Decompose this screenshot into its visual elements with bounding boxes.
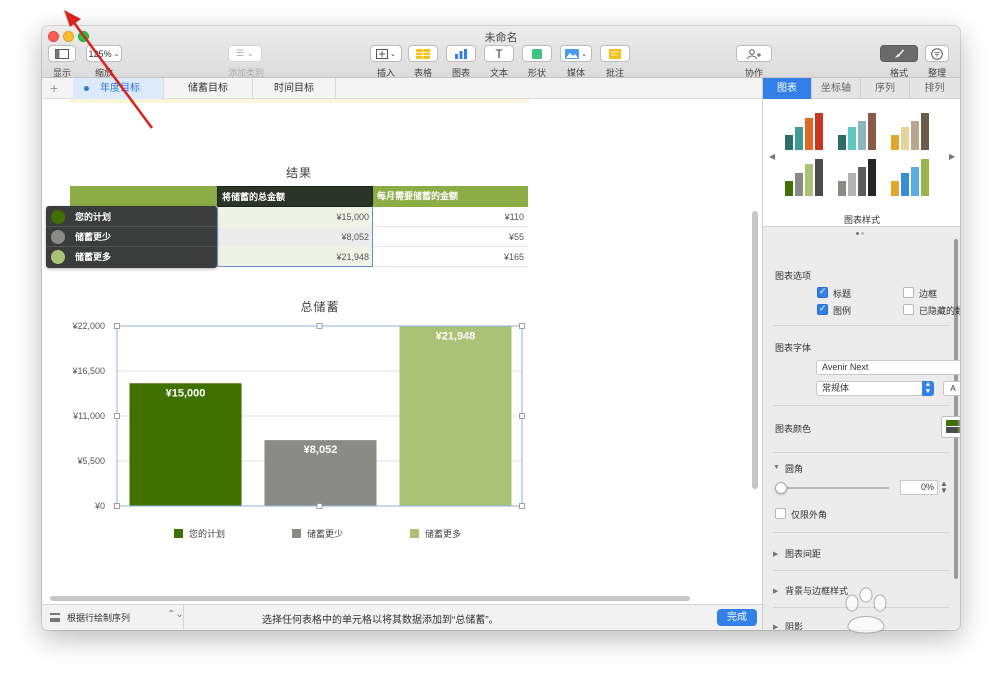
annotation-arrow: [64, 10, 154, 129]
paw-logo-icon: [845, 587, 887, 634]
baidu-watermark: [770, 582, 980, 662]
